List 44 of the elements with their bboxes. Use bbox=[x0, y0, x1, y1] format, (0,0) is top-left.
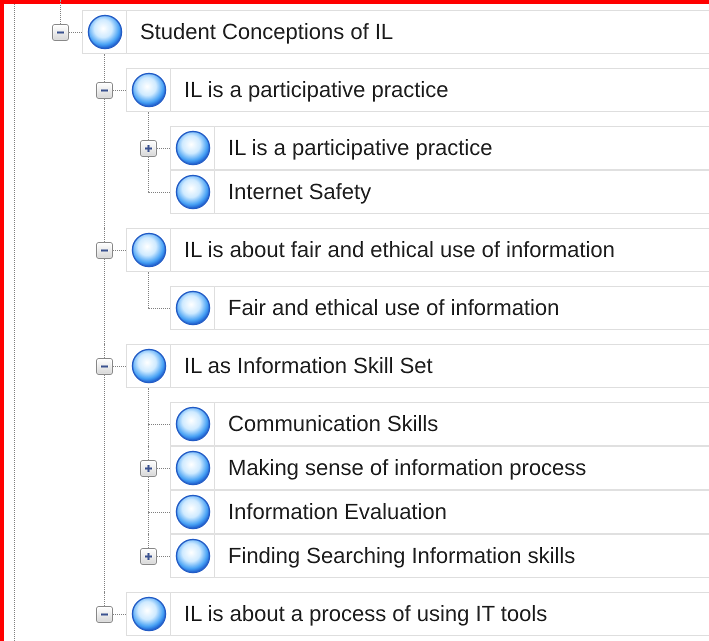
sphere-icon bbox=[174, 450, 210, 486]
expand-button[interactable] bbox=[140, 460, 157, 476]
node-label: IL is a participative practice bbox=[183, 77, 449, 103]
sphere-icon bbox=[174, 174, 210, 210]
collapse-button[interactable] bbox=[52, 24, 69, 40]
node-label: Student Conceptions of IL bbox=[139, 19, 394, 45]
node-label: Finding Searching Information skills bbox=[227, 543, 576, 569]
tree-node[interactable]: Fair and ethical use of information bbox=[170, 286, 709, 330]
collapse-button[interactable] bbox=[96, 606, 113, 622]
tree-node[interactable]: IL as Information Skill Set bbox=[126, 344, 709, 388]
sphere-icon bbox=[174, 494, 210, 530]
tree-node[interactable]: Internet Safety bbox=[170, 170, 709, 214]
expand-button[interactable] bbox=[140, 140, 157, 156]
tree-node[interactable]: Communication Skills bbox=[170, 402, 709, 446]
tree-node[interactable]: IL is about fair and ethical use of information bbox=[126, 228, 709, 272]
sphere-icon bbox=[174, 406, 210, 442]
node-label: IL as Information Skill Set bbox=[183, 353, 433, 379]
node-label: Making sense of information process bbox=[227, 455, 586, 481]
node-label: IL is about a process of using IT tools bbox=[183, 601, 548, 627]
sphere-icon bbox=[130, 232, 166, 268]
tree-node[interactable]: IL is a participative practice bbox=[126, 68, 709, 112]
tree-node[interactable]: Finding Searching Information skills bbox=[170, 534, 709, 578]
node-label: IL is about fair and ethical use of information bbox=[183, 237, 615, 263]
sphere-icon bbox=[174, 130, 210, 166]
collapse-button[interactable] bbox=[96, 358, 113, 374]
expand-button[interactable] bbox=[140, 548, 157, 564]
sphere-icon bbox=[174, 538, 210, 574]
tree-node[interactable]: Information Evaluation bbox=[170, 490, 709, 534]
node-label: Internet Safety bbox=[227, 179, 372, 205]
sphere-icon bbox=[130, 348, 166, 384]
tree-node[interactable]: Student Conceptions of IL bbox=[82, 10, 709, 54]
tree-node[interactable]: Making sense of information process bbox=[170, 446, 709, 490]
node-label: IL is a participative practice bbox=[227, 135, 493, 161]
tree-node[interactable]: IL is a participative practice bbox=[170, 126, 709, 170]
node-label: Fair and ethical use of information bbox=[227, 295, 560, 321]
sphere-icon bbox=[174, 290, 210, 326]
sphere-icon bbox=[130, 596, 166, 632]
collapse-button[interactable] bbox=[96, 242, 113, 258]
sphere-icon bbox=[86, 14, 122, 50]
sphere-icon bbox=[130, 72, 166, 108]
tree-node[interactable]: IL is about a process of using IT tools bbox=[126, 592, 709, 636]
collapse-button[interactable] bbox=[96, 82, 113, 98]
node-label: Information Evaluation bbox=[227, 499, 447, 525]
node-label: Communication Skills bbox=[227, 411, 438, 437]
